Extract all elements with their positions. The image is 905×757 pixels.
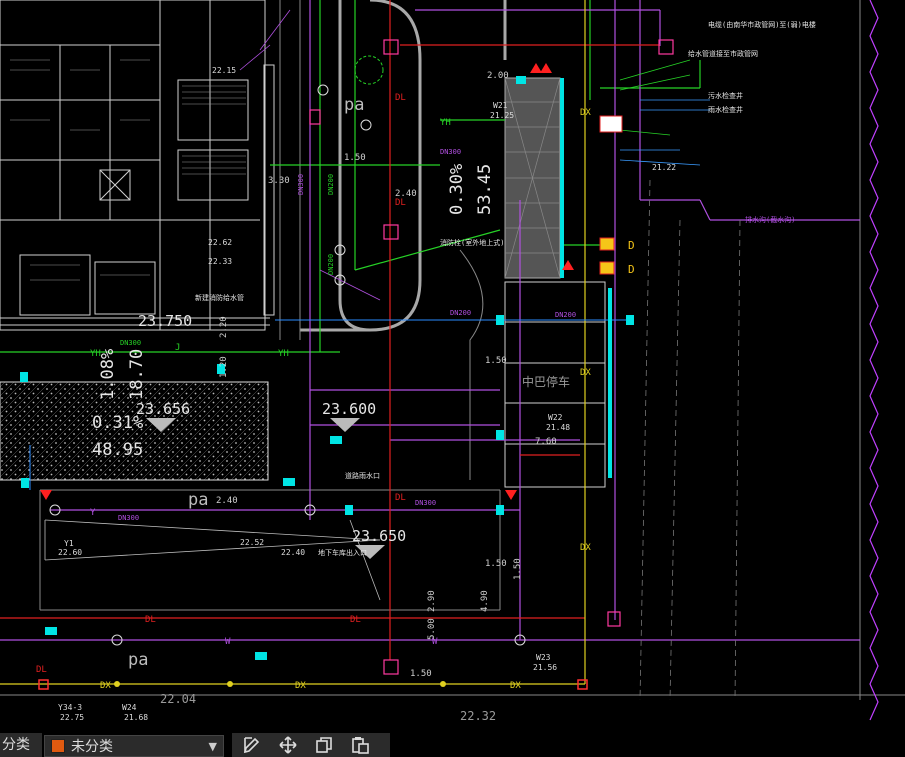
area-label: pa [128,650,148,670]
chevron-down-icon[interactable]: ▼ [209,740,217,753]
elevation-label: 23.750 [138,312,192,330]
svg-text:5.00: 5.00 [427,618,437,640]
svg-text:21.22: 21.22 [652,163,676,172]
svg-text:排水沟(截水沟): 排水沟(截水沟) [745,215,795,224]
slope-label: 18.70 [127,349,147,400]
svg-text:DL: DL [395,198,406,208]
svg-text:J: J [175,343,180,353]
svg-text:1.50: 1.50 [513,558,523,580]
svg-text:1.50: 1.50 [344,153,366,163]
svg-text:21.56: 21.56 [533,663,557,672]
edit-tools [232,733,390,757]
svg-text:给水管道接至市政管网: 给水管道接至市政管网 [688,49,758,58]
svg-text:DN200: DN200 [327,174,335,195]
svg-text:22.15: 22.15 [212,66,236,75]
svg-text:DX: DX [580,543,591,553]
svg-text:21.48: 21.48 [546,423,570,432]
slope-label: 0.30% [447,164,467,215]
cad-canvas[interactable]: 23.750 23.656 23.600 23.650 22.04 22.32 … [0,0,905,757]
svg-text:W21: W21 [493,101,508,110]
elevation-label: 23.656 [136,400,190,418]
elevation-label: 23.600 [322,400,376,418]
svg-text:Y1: Y1 [64,539,74,548]
svg-text:7.60: 7.60 [535,437,557,447]
move-icon[interactable] [276,734,300,756]
slope-label: 53.45 [475,164,495,215]
svg-text:DN300: DN300 [440,148,461,156]
svg-text:电缆(由南华市政管网)至(弱)电楼: 电缆(由南华市政管网)至(弱)电楼 [708,20,816,29]
svg-text:YH: YH [278,349,289,359]
area-label: pa [344,95,364,115]
area-label: pa [188,490,208,510]
svg-text:22.40: 22.40 [281,548,305,557]
svg-text:22.62: 22.62 [208,238,232,247]
svg-text:DX: DX [580,368,591,378]
elevation-label: 22.04 [160,692,196,706]
svg-text:22.60: 22.60 [58,548,82,557]
parking-label: 中巴停车 [522,374,570,389]
svg-text:消防栓(室外地上式): 消防栓(室外地上式) [440,238,504,247]
svg-text:DX: DX [510,681,521,691]
svg-text:DN200: DN200 [327,254,335,275]
slope-label: 1.08% [98,349,118,400]
svg-text:污水检查井: 污水检查井 [708,91,743,100]
svg-text:DN200: DN200 [555,311,576,319]
svg-text:DL: DL [395,493,406,503]
svg-text:21.68: 21.68 [124,713,148,722]
svg-text:2.40: 2.40 [216,496,238,506]
elevation-label: 22.32 [460,709,496,723]
svg-text:DL: DL [350,615,361,625]
svg-text:W24: W24 [122,703,137,712]
svg-text:雨水检查井: 雨水检查井 [708,105,743,114]
slope-label: 48.95 [92,440,143,460]
svg-text:道路雨水口: 道路雨水口 [345,471,380,480]
svg-text:DX: DX [295,681,306,691]
layer-dropdown[interactable]: 未分类 ▼ [44,735,224,757]
svg-text:D: D [628,239,635,252]
svg-text:22.33: 22.33 [208,257,232,266]
svg-text:W: W [225,637,231,647]
svg-text:地下车库出入口: 地下车库出入口 [318,548,367,557]
svg-text:YH: YH [440,118,451,128]
svg-text:2.00: 2.00 [487,71,509,81]
svg-text:2.20: 2.20 [219,316,229,338]
svg-text:DN300: DN300 [120,339,141,347]
svg-text:D: D [628,263,635,276]
svg-text:22.75: 22.75 [60,713,84,722]
svg-text:1.20: 1.20 [219,356,229,378]
svg-text:YH: YH [90,349,101,359]
svg-text:21.25: 21.25 [490,111,514,120]
svg-text:1.50: 1.50 [485,559,507,569]
svg-text:3.30: 3.30 [268,176,290,186]
svg-text:DN200: DN200 [450,309,471,317]
svg-text:新建消防给水管: 新建消防给水管 [195,293,244,302]
svg-text:DN300: DN300 [415,499,436,507]
svg-text:DL: DL [145,615,156,625]
svg-text:DL: DL [395,93,406,103]
edit-icon[interactable] [240,734,264,756]
layer-category-label: 分类 [0,733,42,757]
svg-text:22.52: 22.52 [240,538,264,547]
svg-text:Y34-3: Y34-3 [58,703,82,712]
svg-text:DN300: DN300 [297,174,305,195]
svg-text:W23: W23 [536,653,551,662]
svg-text:1.50: 1.50 [410,669,432,679]
svg-text:DX: DX [100,681,111,691]
copy-icon[interactable] [312,734,336,756]
svg-text:W22: W22 [548,413,563,422]
slope-label: 0.31% [92,413,143,433]
svg-text:2.90: 2.90 [427,590,437,612]
svg-text:DX: DX [580,108,591,118]
svg-text:1.50: 1.50 [485,356,507,366]
paste-icon[interactable] [348,734,372,756]
equipment-cells [504,77,561,279]
elevation-label: 23.650 [352,527,406,545]
svg-text:4.90: 4.90 [480,590,490,612]
svg-text:DN300: DN300 [118,514,139,522]
svg-text:DL: DL [36,665,47,675]
svg-text:Y: Y [90,508,96,518]
layer-name: 未分类 [71,739,113,755]
svg-text:2.40: 2.40 [395,189,417,199]
layer-color-swatch [51,739,65,753]
